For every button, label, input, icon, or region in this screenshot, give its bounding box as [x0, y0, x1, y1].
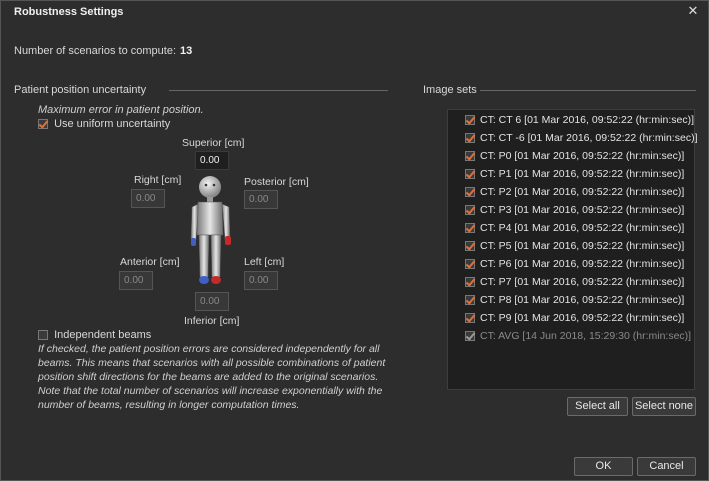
independent-beams-label: Independent beams — [54, 329, 152, 341]
image-set-label: CT: AVG [14 Jun 2018, 15:29:30 (hr:min:s… — [480, 330, 692, 342]
image-set-item[interactable]: CT: CT 6 [01 Mar 2016, 09:52:22 (hr:min:… — [465, 114, 694, 130]
right-label: Right [cm] — [134, 174, 182, 186]
inferior-label: Inferior [cm] — [184, 315, 240, 327]
robustness-settings-dialog: Robustness Settings ✕ Number of scenario… — [0, 0, 709, 481]
uniform-uncertainty-check-icon[interactable] — [38, 119, 48, 129]
image-set-item[interactable]: CT: P9 [01 Mar 2016, 09:52:22 (hr:min:se… — [465, 312, 684, 328]
image-set-check-icon[interactable] — [465, 151, 475, 161]
image-set-check-icon[interactable] — [465, 259, 475, 269]
image-set-item[interactable]: CT: P7 [01 Mar 2016, 09:52:22 (hr:min:se… — [465, 276, 684, 292]
right-input[interactable]: 0.00 — [131, 189, 165, 208]
anterior-label: Anterior [cm] — [120, 256, 180, 268]
image-set-check-icon[interactable] — [465, 187, 475, 197]
select-none-button[interactable]: Select none — [632, 397, 696, 416]
uniform-uncertainty-label: Use uniform uncertainty — [54, 118, 171, 130]
image-sets-group-title: Image sets — [423, 84, 477, 96]
image-set-label: CT: P1 [01 Mar 2016, 09:52:22 (hr:min:se… — [480, 168, 685, 180]
patient-figure-icon — [190, 176, 231, 284]
close-icon[interactable]: ✕ — [686, 4, 700, 18]
image-set-item[interactable]: CT: P3 [01 Mar 2016, 09:52:22 (hr:min:se… — [465, 204, 684, 220]
independent-beams-checkbox[interactable]: Independent beams — [38, 329, 151, 341]
image-set-label: CT: P6 [01 Mar 2016, 09:52:22 (hr:min:se… — [480, 258, 685, 270]
independent-beams-check-icon[interactable] — [38, 330, 48, 340]
image-set-label: CT: P2 [01 Mar 2016, 09:52:22 (hr:min:se… — [480, 186, 685, 198]
image-set-label: CT: CT -6 [01 Mar 2016, 09:52:22 (hr:min… — [480, 132, 698, 144]
image-set-item[interactable]: CT: P0 [01 Mar 2016, 09:52:22 (hr:min:se… — [465, 150, 684, 166]
image-set-check-icon[interactable] — [465, 115, 475, 125]
superior-input[interactable]: 0.00 — [195, 151, 229, 170]
image-set-label: CT: P8 [01 Mar 2016, 09:52:22 (hr:min:se… — [480, 294, 685, 306]
image-set-check-icon — [465, 331, 475, 341]
scenario-count-row: Number of scenarios to compute: 13 — [14, 45, 192, 57]
image-set-item[interactable]: CT: P5 [01 Mar 2016, 09:52:22 (hr:min:se… — [465, 240, 684, 256]
uniform-uncertainty-checkbox[interactable]: Use uniform uncertainty — [38, 118, 170, 130]
max-error-description: Maximum error in patient position. — [38, 104, 204, 116]
image-set-check-icon[interactable] — [465, 223, 475, 233]
image-sets-list[interactable]: CT: CT 6 [01 Mar 2016, 09:52:22 (hr:min:… — [447, 109, 697, 390]
image-set-label: CT: P0 [01 Mar 2016, 09:52:22 (hr:min:se… — [480, 150, 685, 162]
image-set-label: CT: P3 [01 Mar 2016, 09:52:22 (hr:min:se… — [480, 204, 685, 216]
anterior-input[interactable]: 0.00 — [119, 271, 153, 290]
left-input[interactable]: 0.00 — [244, 271, 278, 290]
title-bar: Robustness Settings ✕ — [1, 1, 708, 23]
image-set-check-icon[interactable] — [465, 295, 475, 305]
image-set-label: CT: P5 [01 Mar 2016, 09:52:22 (hr:min:se… — [480, 240, 685, 252]
image-set-check-icon[interactable] — [465, 277, 475, 287]
image-set-item[interactable]: CT: CT -6 [01 Mar 2016, 09:52:22 (hr:min… — [465, 132, 697, 148]
image-set-label: CT: P7 [01 Mar 2016, 09:52:22 (hr:min:se… — [480, 276, 685, 288]
image-set-label: CT: P4 [01 Mar 2016, 09:52:22 (hr:min:se… — [480, 222, 685, 234]
left-label: Left [cm] — [244, 256, 285, 268]
image-set-check-icon[interactable] — [465, 205, 475, 215]
image-set-check-icon[interactable] — [465, 169, 475, 179]
independent-beams-help: If checked, the patient position errors … — [38, 343, 386, 411]
image-set-item[interactable]: CT: P2 [01 Mar 2016, 09:52:22 (hr:min:se… — [465, 186, 684, 202]
cancel-button[interactable]: Cancel — [637, 457, 696, 476]
image-set-item[interactable]: CT: P8 [01 Mar 2016, 09:52:22 (hr:min:se… — [465, 294, 684, 310]
superior-label: Superior [cm] — [182, 137, 245, 149]
window-title: Robustness Settings — [14, 6, 124, 18]
posterior-input[interactable]: 0.00 — [244, 190, 278, 209]
select-all-button[interactable]: Select all — [567, 397, 628, 416]
image-set-item: CT: AVG [14 Jun 2018, 15:29:30 (hr:min:s… — [465, 330, 691, 346]
image-sets-divider — [480, 90, 696, 91]
patient-uncertainty-group-title: Patient position uncertainty — [14, 84, 147, 96]
scenario-count-label: Number of scenarios to compute: — [14, 45, 177, 57]
patient-group-divider — [169, 90, 388, 91]
image-set-check-icon[interactable] — [465, 133, 475, 143]
image-set-label: CT: P9 [01 Mar 2016, 09:52:22 (hr:min:se… — [480, 312, 685, 324]
image-set-item[interactable]: CT: P4 [01 Mar 2016, 09:52:22 (hr:min:se… — [465, 222, 684, 238]
posterior-label: Posterior [cm] — [244, 176, 309, 188]
inferior-input[interactable]: 0.00 — [195, 292, 229, 311]
image-set-check-icon[interactable] — [465, 313, 475, 323]
image-set-label: CT: CT 6 [01 Mar 2016, 09:52:22 (hr:min:… — [480, 114, 694, 126]
image-set-item[interactable]: CT: P6 [01 Mar 2016, 09:52:22 (hr:min:se… — [465, 258, 684, 274]
ok-button[interactable]: OK — [574, 457, 633, 476]
image-set-check-icon[interactable] — [465, 241, 475, 251]
scenario-count-value: 13 — [180, 45, 193, 57]
image-set-item[interactable]: CT: P1 [01 Mar 2016, 09:52:22 (hr:min:se… — [465, 168, 684, 184]
